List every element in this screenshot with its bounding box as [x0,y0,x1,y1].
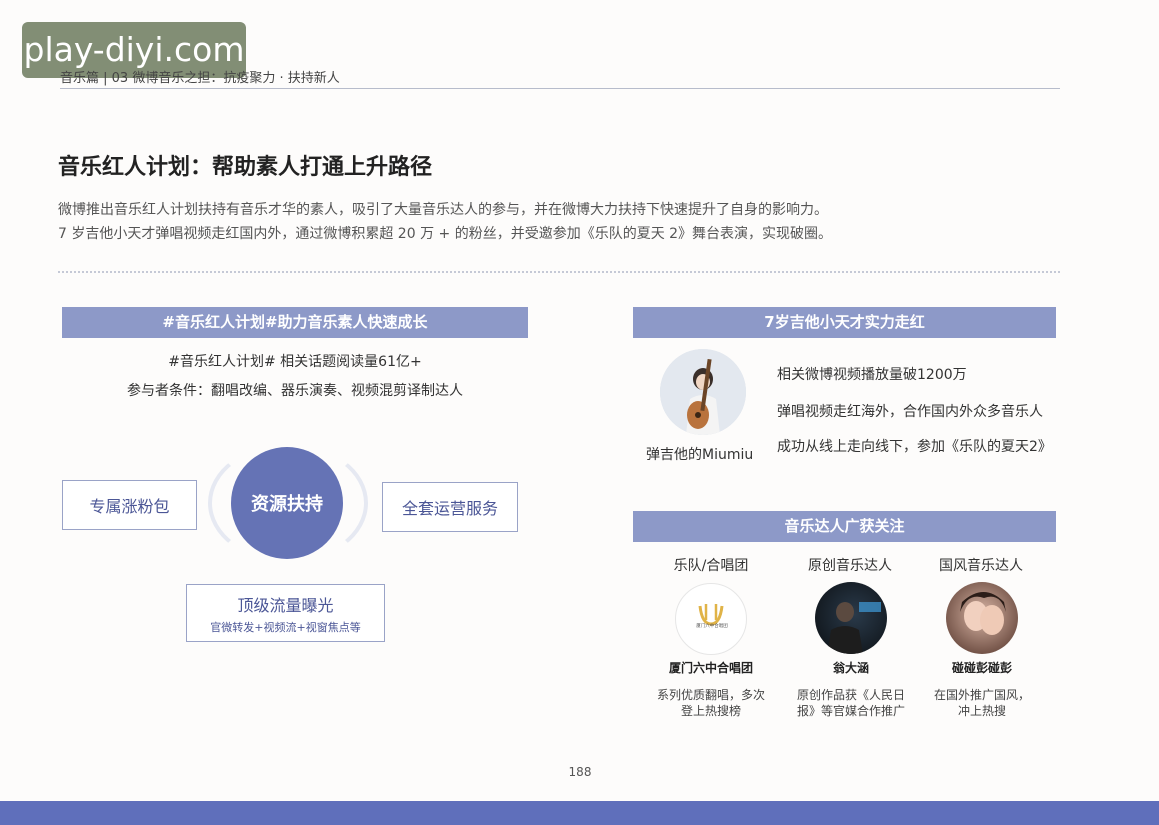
choir-description: 系列优质翻唱，多次 登上热搜榜 [656,688,765,718]
performer-photo-icon [827,602,881,654]
pengpeng-photo [946,582,1018,654]
participant-condition: 参与者条件：翻唱改编、器乐演奏、视频混剪译制达人 [127,383,463,399]
fact-views: 相关微博视频播放量破1200万 [777,367,967,383]
talent-section-header: 音乐达人广获关注 [633,511,1056,542]
header-divider [60,88,1060,89]
operation-service-label: 全套运营服务 [401,499,498,518]
miumiu-name: 弹吉他的Miumiu [646,447,754,463]
intro-paragraph-2: 7 岁吉他小天才弹唱视频走红国内外，通过微博积累超 20 万 + 的粉丝，并受邀… [58,226,833,242]
fact-offline: 成功从线上走向线下，参加《乐队的夏天2》 [777,439,1052,455]
prodigy-section-header: 7岁吉他小天才实力走红 [633,307,1056,338]
traffic-exposure-subtitle: 官微转发+视频流+视窗焦点等 [210,620,361,634]
miumiu-avatar [660,349,746,435]
category-original: 原创音乐达人 [808,558,892,574]
section-divider [58,271,1060,273]
choir-logo-icon [698,604,724,626]
pengpeng-name: 碰碰彭碰彭 [951,661,1012,675]
footer-band [0,801,1159,825]
weng-dahan-description: 原创作品获《人民日 报》等官媒合作推广 [796,688,905,718]
pengpeng-description: 在国外推广国风， 冲上热搜 [933,688,1030,718]
choir-logo [675,583,747,655]
page-number: 188 [568,765,592,779]
resource-core-circle: 资源扶持 [231,447,343,559]
left-section-header: #音乐红人计划#助力音乐素人快速成长 [62,307,528,338]
choir-name: 厦门六中合唱团 [668,661,753,675]
category-guofeng: 国风音乐达人 [939,558,1023,574]
choir-logo-text: 厦门六中合唱团 [696,624,728,629]
resource-core-label: 资源扶持 [251,494,323,515]
breadcrumb: 音乐篇 | 03 微博音乐之担：抗疫聚力 · 扶持新人 [60,71,340,86]
category-band-choir: 乐队/合唱团 [673,558,749,574]
intro-paragraph-1: 微博推出音乐红人计划扶持有音乐才华的素人，吸引了大量音乐达人的参与，并在微博大力… [58,202,828,218]
fact-overseas: 弹唱视频走红海外，合作国内外众多音乐人 [777,404,1043,420]
guitar-girl-illustration [660,349,746,435]
portrait-photo-icon [960,592,1006,635]
operation-service-box: 全套运营服务 [382,482,518,532]
weng-dahan-photo [815,582,887,654]
traffic-exposure-box: 顶级流量曝光 官微转发+视频流+视窗焦点等 [186,584,385,642]
fans-package-label: 专属涨粉包 [89,497,170,516]
topic-stat: #音乐红人计划# 相关话题阅读量61亿+ [168,354,422,370]
weng-dahan-name: 翁大涵 [832,661,869,675]
fans-package-box: 专属涨粉包 [62,480,197,530]
page-title: 音乐红人计划：帮助素人打通上升路径 [58,155,433,180]
traffic-exposure-title: 顶级流量曝光 [237,595,334,615]
